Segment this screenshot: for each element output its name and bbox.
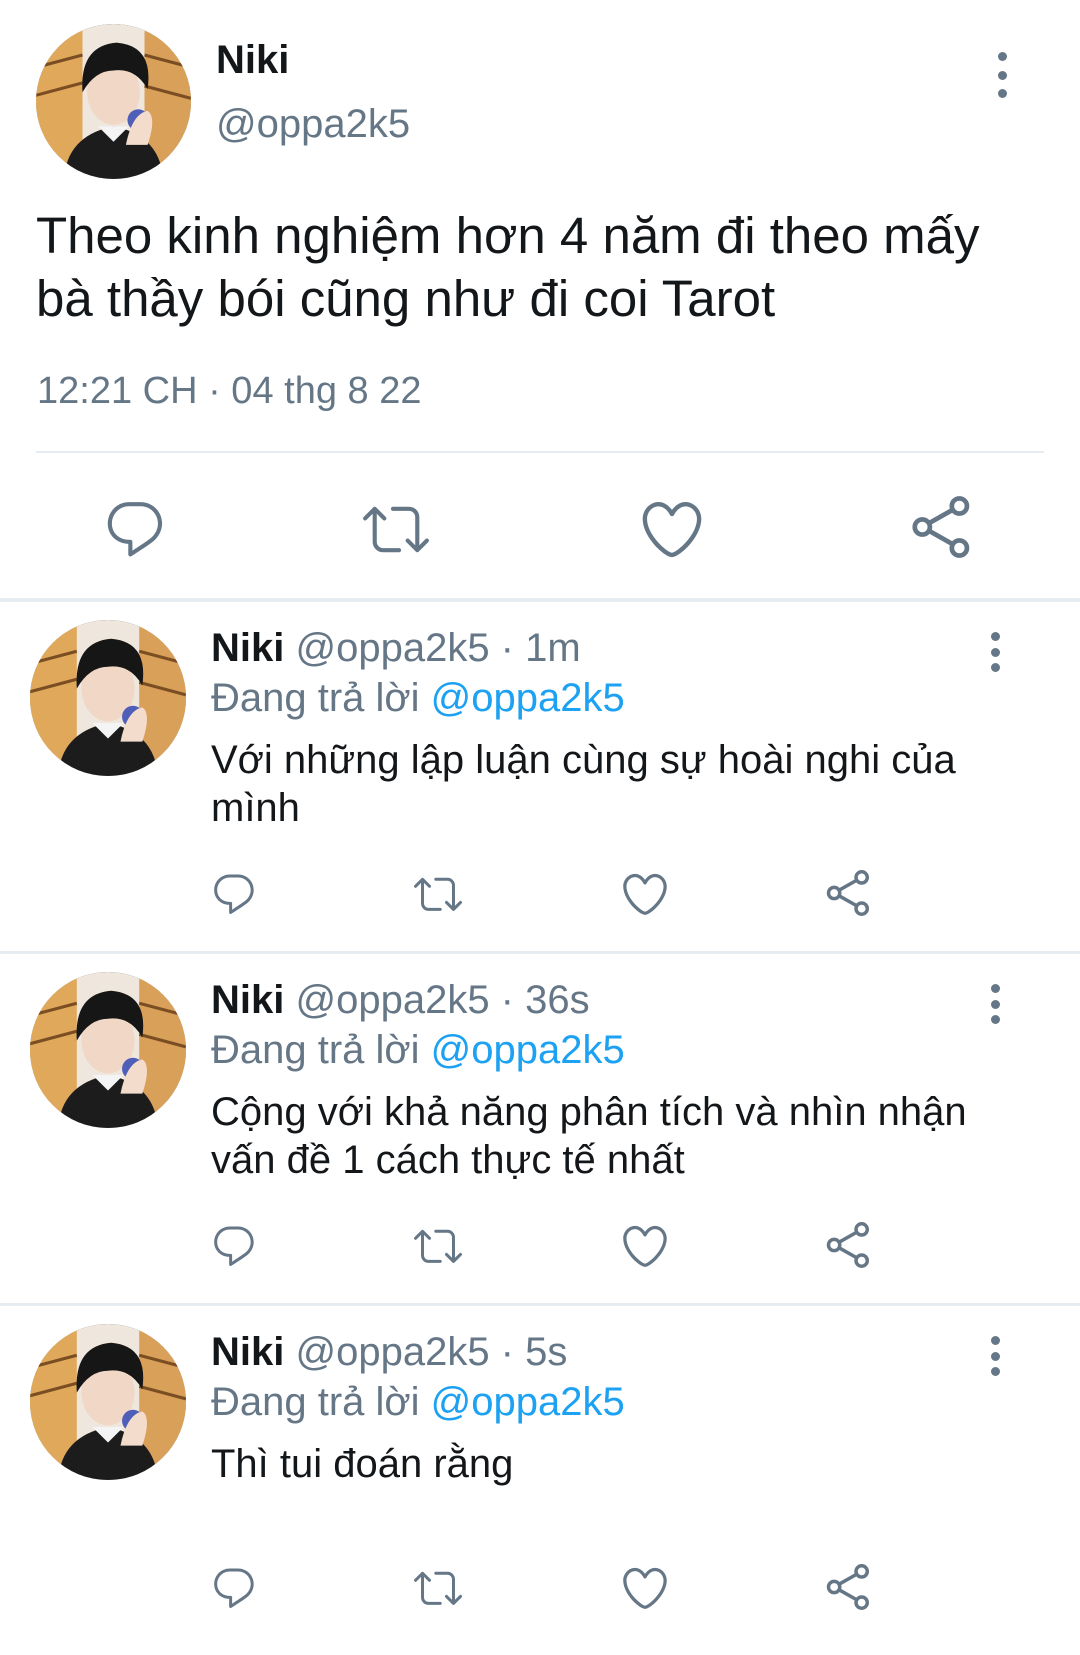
avatar-image: [36, 24, 191, 179]
author-name[interactable]: Niki: [211, 1330, 284, 1374]
author-name[interactable]: Niki: [211, 626, 284, 670]
retweet-icon[interactable]: [414, 1222, 462, 1270]
tweet-actions: [0, 1219, 1080, 1269]
replying-label: Đang trả lời: [211, 676, 420, 720]
author-name[interactable]: Niki: [211, 978, 284, 1022]
replying-label: Đang trả lời: [211, 1380, 420, 1424]
like-icon[interactable]: [637, 494, 707, 564]
share-icon[interactable]: [822, 867, 874, 919]
tweet-text: Cộng với khả năng phân tích và nhìn nhận…: [211, 1090, 967, 1182]
more-options-icon[interactable]: [983, 1336, 1007, 1376]
avatar[interactable]: [36, 24, 191, 179]
mention-link[interactable]: @oppa2k5: [431, 1028, 625, 1072]
retweet-icon[interactable]: [414, 870, 462, 918]
author-handle[interactable]: @oppa2k5: [216, 102, 410, 147]
retweet-icon[interactable]: [414, 1564, 462, 1612]
reply-tweet[interactable]: Niki @oppa2k5 · 1m Đang trả lời @oppa2k5…: [0, 602, 1080, 951]
handle-and-time: @oppa2k5 · 5s: [295, 1330, 568, 1374]
tweet-text: Với những lập luận cùng sự hoài nghi của…: [211, 738, 956, 830]
more-options-icon[interactable]: [983, 984, 1007, 1024]
avatar[interactable]: [30, 972, 186, 1128]
tweet-text: Theo kinh nghiệm hơn 4 năm đi theo mấy b…: [36, 207, 980, 327]
reply-header: Niki @oppa2k5 · 5s: [211, 1330, 567, 1375]
like-icon[interactable]: [619, 1220, 671, 1272]
reply-icon[interactable]: [210, 1564, 258, 1612]
divider: [36, 451, 1044, 453]
avatar[interactable]: [30, 620, 186, 776]
share-icon[interactable]: [906, 492, 976, 562]
replying-to: Đang trả lời @oppa2k5: [211, 676, 625, 721]
reply-header: Niki @oppa2k5 · 36s: [211, 978, 590, 1023]
tweet-actions: [0, 490, 1080, 562]
reply-icon[interactable]: [102, 496, 168, 562]
more-options-icon[interactable]: [983, 632, 1007, 672]
replying-to: Đang trả lời @oppa2k5: [211, 1028, 625, 1073]
reply-icon[interactable]: [210, 1222, 258, 1270]
like-icon[interactable]: [619, 868, 671, 920]
avatar-image: [30, 1324, 186, 1480]
more-options-icon[interactable]: [990, 52, 1014, 98]
reply-icon[interactable]: [210, 870, 258, 918]
tweet-text: Thì tui đoán rằng: [211, 1442, 514, 1486]
tweet-actions: [0, 1561, 1080, 1611]
reply-tweet[interactable]: Niki @oppa2k5 · 5s Đang trả lời @oppa2k5…: [0, 1306, 1080, 1655]
avatar[interactable]: [30, 1324, 186, 1480]
mention-link[interactable]: @oppa2k5: [431, 1380, 625, 1424]
main-tweet: Niki @oppa2k5 Theo kinh nghiệm hơn 4 năm…: [0, 0, 1080, 598]
retweet-icon[interactable]: [363, 496, 429, 562]
replying-to: Đang trả lời @oppa2k5: [211, 1380, 625, 1425]
replying-label: Đang trả lời: [211, 1028, 420, 1072]
share-icon[interactable]: [822, 1219, 874, 1271]
author-name[interactable]: Niki: [216, 38, 289, 83]
reply-tweet[interactable]: Niki @oppa2k5 · 36s Đang trả lời @oppa2k…: [0, 954, 1080, 1303]
handle-and-time: @oppa2k5 · 1m: [295, 626, 581, 670]
tweet-actions: [0, 867, 1080, 917]
tweet-timestamp[interactable]: 12:21 CH · 04 thg 8 22: [37, 370, 421, 413]
like-icon[interactable]: [619, 1562, 671, 1614]
share-icon[interactable]: [822, 1561, 874, 1613]
avatar-image: [30, 972, 186, 1128]
mention-link[interactable]: @oppa2k5: [431, 676, 625, 720]
reply-header: Niki @oppa2k5 · 1m: [211, 626, 581, 671]
avatar-image: [30, 620, 186, 776]
handle-and-time: @oppa2k5 · 36s: [295, 978, 590, 1022]
